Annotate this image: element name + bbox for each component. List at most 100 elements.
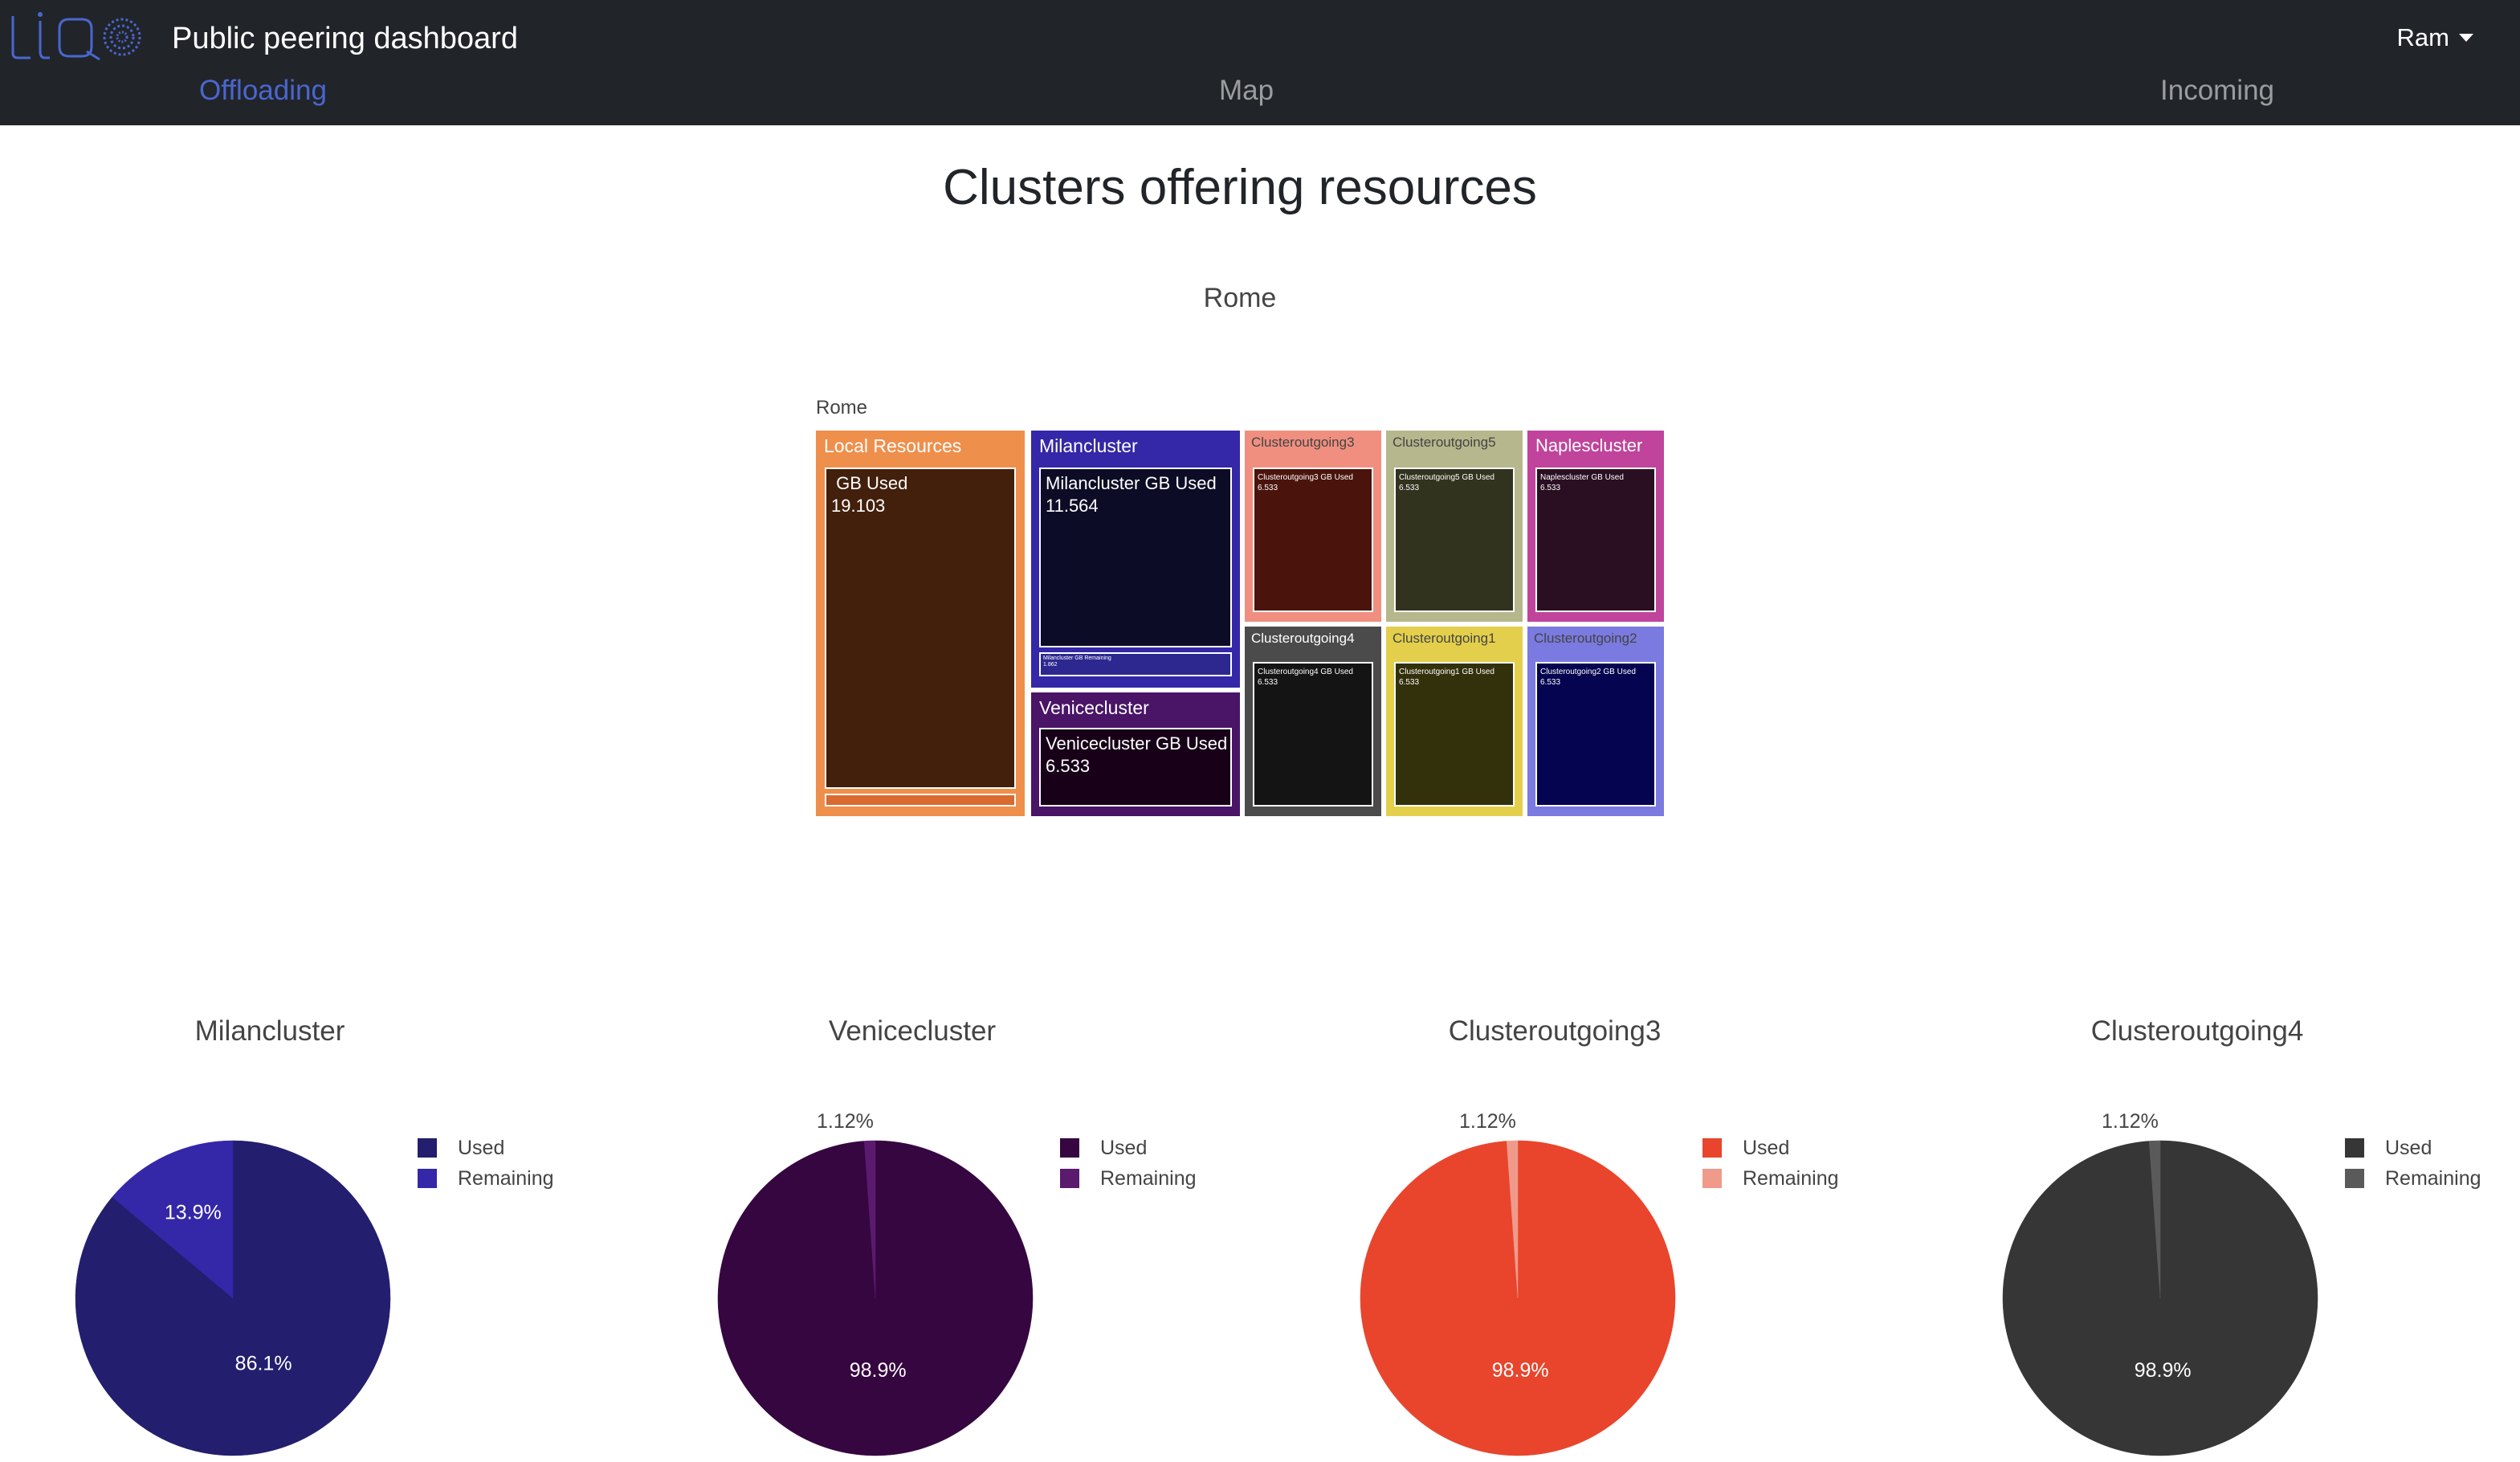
legend-swatch bbox=[1702, 1169, 1722, 1188]
treemap-leaf-text: Venicecluster GB Used 6.533 bbox=[1046, 733, 1227, 778]
pie-title: Milancluster bbox=[194, 1015, 345, 1047]
treemap-leaf-label: Milancluster GB Used bbox=[1046, 473, 1217, 493]
pie-slice-label: 1.12% bbox=[2102, 1110, 2159, 1133]
pie-slice-label: 98.9% bbox=[2135, 1359, 2192, 1382]
legend-label: Remaining bbox=[1100, 1166, 1197, 1190]
treemap-leaf-value: 1.862 bbox=[1043, 662, 1058, 668]
treemap-leaf-label: Clusteroutgoing2 GB Used bbox=[1540, 668, 1636, 676]
legend-item-remaining[interactable]: Remaining bbox=[418, 1163, 554, 1194]
treemap-leaf-value: 6.533 bbox=[1540, 678, 1561, 687]
legend-swatch bbox=[1702, 1138, 1722, 1158]
legend-label: Remaining bbox=[458, 1166, 554, 1190]
treemap-leaf-label: Clusteroutgoing5 GB Used bbox=[1399, 473, 1494, 482]
legend-swatch bbox=[1060, 1138, 1079, 1158]
treemap-node-clusteroutgoing4[interactable]: Clusteroutgoing4 Clusteroutgoing4 GB Use… bbox=[1245, 627, 1381, 816]
legend-label: Used bbox=[458, 1136, 505, 1159]
treemap-node-label: Clusteroutgoing5 bbox=[1393, 435, 1496, 450]
treemap-leaf-label: Clusteroutgoing1 GB Used bbox=[1399, 668, 1494, 676]
treemap-node-naplescluster[interactable]: Naplescluster Naplescluster GB Used 6.53… bbox=[1527, 431, 1664, 622]
legend-swatch bbox=[2345, 1169, 2364, 1188]
treemap-leaf-value: 6.533 bbox=[1046, 756, 1091, 776]
treemap-leaf[interactable]: Venicecluster GB Used 6.533 bbox=[1039, 728, 1232, 807]
user-name: Ram bbox=[2396, 23, 2449, 51]
pie-slice-label: 1.12% bbox=[1459, 1110, 1516, 1133]
legend-item-used[interactable]: Used bbox=[1060, 1133, 1197, 1163]
treemap-leaf-text: Clusteroutgoing5 GB Used 6.533 bbox=[1399, 472, 1494, 493]
treemap-node-clusteroutgoing2[interactable]: Clusteroutgoing2 Clusteroutgoing2 GB Use… bbox=[1527, 627, 1664, 816]
treemap-leaf-label: Clusteroutgoing4 GB Used bbox=[1258, 668, 1353, 676]
legend-swatch bbox=[2345, 1138, 2364, 1158]
legend-item-used[interactable]: Used bbox=[2345, 1133, 2481, 1163]
treemap-leaf[interactable]: Milancluster GB Used 11.564 bbox=[1039, 468, 1232, 647]
treemap-node-label: Naplescluster bbox=[1535, 435, 1643, 455]
app-title[interactable]: Public peering dashboard bbox=[172, 16, 518, 61]
pie-chart-milancluster: Milancluster 86.1% 13.9% Used Remaining bbox=[0, 996, 642, 1462]
tab-incoming[interactable]: Incoming bbox=[2160, 71, 2274, 111]
treemap-leaf[interactable]: Clusteroutgoing2 GB Used 6.533 bbox=[1535, 662, 1656, 807]
legend-item-remaining[interactable]: Remaining bbox=[1702, 1163, 1839, 1194]
treemap-node-label: Venicecluster bbox=[1039, 697, 1149, 718]
pie-slice-label: 1.12% bbox=[817, 1110, 874, 1133]
legend-item-used[interactable]: Used bbox=[418, 1133, 554, 1163]
treemap-title: Rome bbox=[1203, 283, 1277, 313]
treemap-leaf-value: 11.564 bbox=[1046, 496, 1099, 516]
legend-swatch bbox=[1060, 1169, 1079, 1188]
treemap-leaf-label: Milancluster GB Remaining bbox=[1043, 655, 1111, 661]
liqo-logo-icon[interactable] bbox=[10, 10, 143, 63]
legend-item-used[interactable]: Used bbox=[1702, 1133, 1839, 1163]
legend-item-remaining[interactable]: Remaining bbox=[2345, 1163, 2481, 1194]
treemap-leaf[interactable]: GB Used 19.103 bbox=[825, 468, 1016, 789]
treemap-leaf[interactable]: Clusteroutgoing1 GB Used 6.533 bbox=[1394, 662, 1515, 807]
treemap-node-clusteroutgoing5[interactable]: Clusteroutgoing5 Clusteroutgoing5 GB Use… bbox=[1386, 431, 1523, 622]
treemap-leaf-text: Clusteroutgoing1 GB Used 6.533 bbox=[1399, 667, 1494, 688]
user-menu-dropdown[interactable]: Ram bbox=[2397, 19, 2473, 56]
treemap-leaf-text: Clusteroutgoing2 GB Used 6.533 bbox=[1540, 667, 1636, 688]
treemap-node-clusteroutgoing1[interactable]: Clusteroutgoing1 Clusteroutgoing1 GB Use… bbox=[1386, 627, 1523, 816]
tab-map[interactable]: Map bbox=[1219, 71, 1274, 111]
pie-slice-label: 98.9% bbox=[850, 1359, 907, 1382]
treemap-node-clusteroutgoing3[interactable]: Clusteroutgoing3 Clusteroutgoing3 GB Use… bbox=[1245, 431, 1381, 622]
treemap-node-milancluster[interactable]: Milancluster Milancluster GB Used 11.564… bbox=[1031, 431, 1240, 688]
legend-label: Used bbox=[1100, 1136, 1148, 1159]
treemap-node-venicecluster[interactable]: Venicecluster Venicecluster GB Used 6.53… bbox=[1031, 692, 1240, 816]
pie-legend: Used Remaining bbox=[1060, 1133, 1197, 1194]
pie-slice-label: 13.9% bbox=[165, 1201, 222, 1223]
pie-slice-label: 86.1% bbox=[235, 1353, 292, 1375]
pie-chart-clusteroutgoing4: Clusteroutgoing4 98.9% 1.12% Used Remaini… bbox=[1927, 996, 2520, 1462]
legend-label: Used bbox=[2385, 1136, 2432, 1159]
treemap-node-label: Clusteroutgoing2 bbox=[1534, 631, 1637, 646]
treemap-leaf[interactable]: Clusteroutgoing3 GB Used 6.533 bbox=[1253, 468, 1373, 612]
pie-slice-label: 98.9% bbox=[1492, 1359, 1549, 1382]
legend-label: Remaining bbox=[1743, 1166, 1839, 1190]
pie-title: Clusteroutgoing4 bbox=[2090, 1015, 2304, 1047]
treemap-leaf-text: Milancluster GB Used 11.564 bbox=[1046, 472, 1217, 517]
treemap-leaf[interactable]: Clusteroutgoing5 GB Used 6.533 bbox=[1394, 468, 1515, 612]
treemap-leaf-text: GB Used 19.103 bbox=[831, 472, 907, 517]
legend-label: Used bbox=[1743, 1136, 1790, 1159]
treemap-node-local-resources[interactable]: Local Resources GB Used 19.103 bbox=[816, 431, 1025, 816]
treemap-node-label: Clusteroutgoing1 bbox=[1393, 631, 1496, 646]
treemap-leaf-value: 6.533 bbox=[1258, 484, 1278, 492]
chevron-down-icon bbox=[2459, 34, 2473, 42]
treemap-leaf[interactable]: Clusteroutgoing4 GB Used 6.533 bbox=[1253, 662, 1373, 807]
treemap-leaf-label: Naplescluster GB Used bbox=[1540, 473, 1624, 482]
treemap-leaf-label: Clusteroutgoing3 GB Used bbox=[1258, 473, 1353, 482]
treemap-leaf-label: GB Used bbox=[831, 473, 908, 493]
pie-title: Clusteroutgoing3 bbox=[1448, 1015, 1662, 1047]
navbar: Public peering dashboard Ram Offloading … bbox=[0, 0, 2520, 125]
pie-legend: Used Remaining bbox=[418, 1133, 554, 1194]
treemap-leaf-text: Milancluster GB Remaining 1.862 bbox=[1043, 655, 1111, 668]
pie-chart-clusteroutgoing3: Clusteroutgoing3 98.9% 1.12% Used Remaini… bbox=[1285, 996, 1927, 1462]
treemap-leaf-value: 6.533 bbox=[1399, 484, 1420, 492]
treemap-node-label: Clusteroutgoing4 bbox=[1251, 631, 1355, 646]
tab-offloading[interactable]: Offloading bbox=[199, 71, 327, 111]
treemap-leaf[interactable]: Milancluster GB Remaining 1.862 bbox=[1039, 652, 1232, 676]
treemap-leaf[interactable] bbox=[825, 794, 1016, 807]
treemap-leaf-value: 6.533 bbox=[1258, 678, 1278, 687]
treemap-root-label[interactable]: Rome bbox=[816, 397, 867, 419]
page-title: Clusters offering resources bbox=[943, 160, 1537, 215]
treemap-leaf-label: Venicecluster GB Used bbox=[1046, 733, 1228, 753]
legend-item-remaining[interactable]: Remaining bbox=[1060, 1163, 1197, 1194]
legend-swatch bbox=[418, 1169, 437, 1188]
treemap-leaf[interactable]: Naplescluster GB Used 6.533 bbox=[1535, 468, 1656, 612]
